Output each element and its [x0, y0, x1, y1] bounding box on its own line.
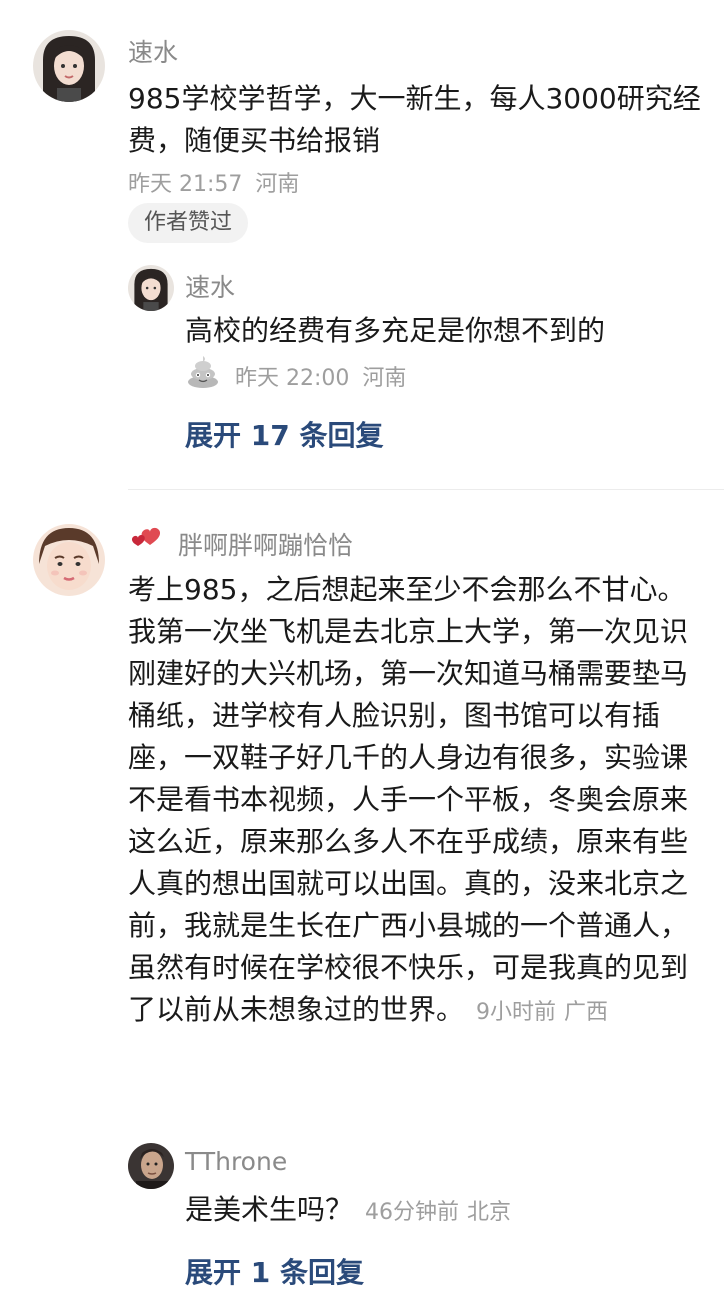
reply-body: 是美术生吗？	[185, 1193, 354, 1226]
reply-username[interactable]: 速水	[185, 268, 235, 304]
comment-time: 昨天 21:57	[128, 172, 243, 197]
comment-text: 考上985，之后想起来至少不会那么不甘心。我第一次坐飞机是去北京上大学，第一次见…	[128, 569, 703, 1034]
reply-time: 46分钟前	[365, 1200, 460, 1225]
reply-time: 昨天 22:00	[235, 366, 350, 391]
comment-location: 河南	[255, 172, 300, 197]
reply-avatar[interactable]	[128, 265, 174, 311]
comment-meta: 昨天 21:57 河南	[128, 166, 299, 198]
reply-username[interactable]: TThrone	[185, 1147, 287, 1176]
reply-avatar[interactable]	[128, 1143, 174, 1189]
comment-time: 9小时前	[476, 1000, 557, 1025]
reply-meta: 昨天 22:00 河南	[235, 360, 406, 392]
comment-body: 考上985，之后想起来至少不会那么不甘心。我第一次坐飞机是去北京上大学，第一次见…	[128, 573, 689, 1026]
reply-location: 北京	[467, 1200, 512, 1225]
comment-2: 胖啊胖啊蹦恰恰 考上985，之后想起来至少不会那么不甘心。我第一次坐飞机是去北京…	[0, 489, 724, 1310]
comment-1: 速水 985学校学哲学，大一新生，每人3000研究经费，随便买书给报销 昨天 2…	[0, 0, 724, 489]
username[interactable]: 胖啊胖啊蹦恰恰	[178, 531, 353, 560]
reply-text: 是美术生吗？ 46分钟前 北京	[185, 1189, 705, 1234]
author-liked-badge: 作者赞过	[128, 203, 249, 243]
avatar[interactable]	[33, 524, 105, 596]
comment-location: 广西	[564, 1000, 609, 1025]
avatar[interactable]	[33, 30, 105, 102]
poop-emoji-icon	[185, 353, 221, 389]
username[interactable]: 速水	[128, 33, 178, 69]
username-row: 胖啊胖啊蹦恰恰	[128, 526, 353, 562]
reply-location: 河南	[362, 366, 407, 391]
comment-text: 985学校学哲学，大一新生，每人3000研究经费，随便买书给报销	[128, 82, 701, 157]
expand-replies-button[interactable]: 展开 17 条回复	[185, 414, 383, 454]
heart-icon	[128, 526, 162, 562]
expand-replies-button[interactable]: 展开 1 条回复	[185, 1251, 364, 1291]
reply-text: 高校的经费有多充足是你想不到的	[185, 314, 606, 347]
